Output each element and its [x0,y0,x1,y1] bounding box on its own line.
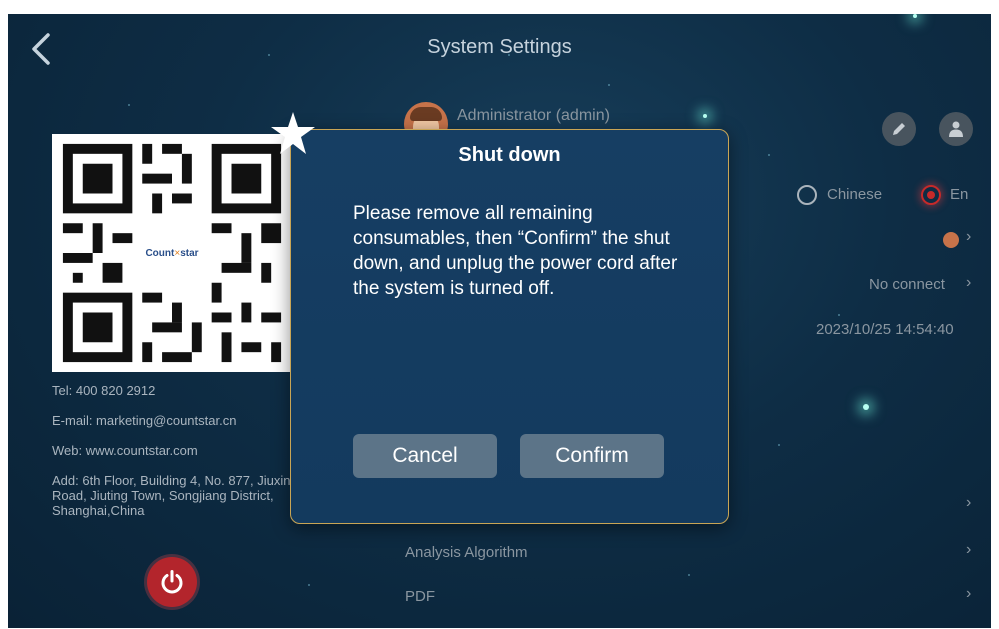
chevron-right-icon[interactable]: › [966,274,971,292]
connection-status[interactable]: No connect [869,276,945,293]
shutdown-dialog: Shut down Please remove all remaining co… [290,129,729,524]
contact-address: Add: 6th Floor, Building 4, No. 877, Jiu… [52,473,291,518]
contact-website: Web: www.countstar.com [52,443,198,458]
admin-name: Administrator (admin) [457,107,610,124]
background-star [838,314,840,316]
settings-item-analysis-algorithm[interactable]: Analysis Algorithm [405,544,528,561]
logo-text-star: star [180,247,199,259]
edit-icon [893,123,905,135]
avatar-hair [410,107,442,121]
dialog-message: Please remove all remaining consumables,… [353,203,678,299]
background-star [608,84,610,86]
system-datetime: 2023/10/25 14:54:40 [816,321,954,338]
qr-code: Count × star [52,134,292,372]
language-label-en: En [950,186,969,203]
user-icon [949,121,963,137]
user-button[interactable] [939,112,973,146]
background-star [688,574,690,576]
chevron-right-icon[interactable]: › [966,541,971,559]
settings-screen: System Settings Count × star Tel: 400 82… [8,14,991,628]
countstar-logo: Count × star [136,226,208,280]
chevron-right-icon[interactable]: › [966,585,971,603]
account-avatar-small [943,232,959,248]
background-star [768,154,770,156]
star-icon [271,112,315,154]
radio-selected-dot [927,191,935,199]
chevron-right-icon[interactable]: › [966,494,971,512]
language-radio-en[interactable] [921,185,941,205]
cancel-button[interactable]: Cancel [353,434,497,478]
chevron-right-icon[interactable]: › [966,228,971,246]
language-label-chinese: Chinese [827,186,883,203]
page-title: System Settings [427,36,572,58]
settings-item-pdf[interactable]: PDF [405,588,435,605]
power-button[interactable] [147,557,197,607]
confirm-button[interactable]: Confirm [520,434,664,478]
edit-button[interactable] [882,112,916,146]
contact-phone: Tel: 400 820 2912 [52,383,156,398]
background-glow [703,114,707,118]
language-radio-chinese[interactable] [797,185,817,205]
power-icon [161,570,183,594]
background-star [778,444,780,446]
background-glow [913,14,917,18]
logo-text-count: Count [145,247,175,259]
dialog-title: Shut down [458,144,561,166]
contact-email: E-mail: marketing@countstar.cn [52,413,237,428]
background-glow [863,404,869,410]
